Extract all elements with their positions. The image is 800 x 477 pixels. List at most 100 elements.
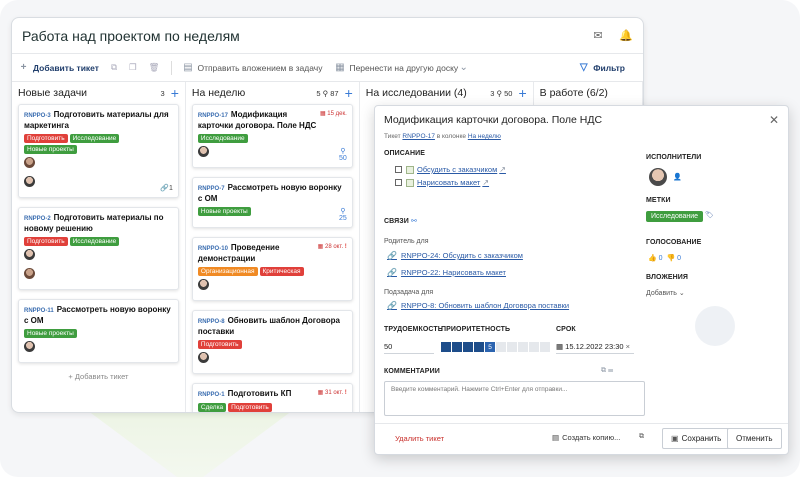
ticket-card[interactable]: RNPPO-3 Подготовить материалы для маркети… xyxy=(18,104,179,198)
parent-link[interactable]: 🔗 RNPPO-24: Обсудить с заказчиком xyxy=(387,251,523,260)
avatar xyxy=(197,352,209,363)
trash-icon[interactable]: 🗑 xyxy=(149,62,160,73)
subtask-label: Подзадача для xyxy=(384,289,434,296)
ticket-key[interactable]: RNPPO-17 xyxy=(198,113,228,119)
external-link-icon: ↗ xyxy=(482,178,490,187)
checkbox[interactable] xyxy=(395,166,402,173)
cancel-button[interactable]: Отменить xyxy=(727,428,782,449)
tag: Исследование xyxy=(69,237,120,246)
due-date: ▦ 28 окт. ! xyxy=(317,244,347,250)
checklist-item[interactable]: Обсудить с заказчиком ↗ xyxy=(395,165,510,174)
ticket-key[interactable]: RNPPO-3 xyxy=(24,113,51,119)
avatar xyxy=(197,279,209,290)
tag: Подготовить xyxy=(24,237,68,246)
tag: Критическая xyxy=(259,267,304,276)
vote-label: ГОЛОСОВАНИЕ xyxy=(646,239,702,246)
link-icon: 🔗 xyxy=(387,268,397,277)
parent-label: Родитель для xyxy=(384,238,429,245)
column-header: Новые задачи 3 + xyxy=(18,82,179,104)
delete-ticket-button[interactable]: Удалить тикет xyxy=(395,434,444,443)
tag: Организационная xyxy=(197,267,258,276)
duplicate-icon[interactable]: ❐ xyxy=(129,62,137,73)
ticket-card[interactable]: RNPPO-17 Модификация карточки договора. П… xyxy=(191,104,353,168)
ticket-key[interactable]: RNPPO-8 xyxy=(198,319,225,325)
add-tag-icon[interactable]: 🏷 xyxy=(705,211,714,219)
ticket-key[interactable]: RNPPO-10 xyxy=(198,246,228,252)
links-label: СВЯЗИ ⚯ xyxy=(384,218,417,225)
link-icon: 🔗 xyxy=(387,301,397,310)
comment-tools-icon[interactable]: ⧉ ☰ xyxy=(601,367,613,375)
column-header: На исследовании (4) 3 ⚲ 50 + xyxy=(366,82,527,104)
parent-link[interactable]: 🔗 RNPPO-22: Нарисовать макет xyxy=(387,268,506,277)
link-tool-icon: ⚯ xyxy=(410,218,417,225)
comment-input[interactable]: Введите комментарий. Нажмите Ctrl+Enter … xyxy=(384,381,645,416)
avatar xyxy=(24,268,35,279)
add-icon[interactable]: + xyxy=(171,85,179,101)
effort: ⚲ 50 xyxy=(338,148,347,162)
ticket-card[interactable]: RNPPO-10 Проведение демонстрации ▦ 28 окт… xyxy=(191,237,353,301)
ticket-key[interactable]: RNPPO-7 xyxy=(198,186,225,192)
filter-icon: ▽ xyxy=(579,62,588,73)
description-label: ОПИСАНИЕ xyxy=(384,150,425,157)
avatar xyxy=(24,176,35,187)
toolbar-divider xyxy=(171,60,173,75)
ticket-subtitle: Тикет RNPPO-17 в колонке На неделю xyxy=(384,133,501,140)
ticket-key-link[interactable]: RNPPO-17 xyxy=(402,133,435,140)
close-icon[interactable]: ✕ xyxy=(769,113,779,127)
ticket-key[interactable]: RNPPO-11 xyxy=(24,308,54,314)
assignee-avatar xyxy=(649,168,667,186)
ticket-card[interactable]: RNPPO-7 Рассмотреть новую воронку с ОМ Но… xyxy=(191,177,353,228)
vote-buttons[interactable]: 👍 0 👎 0 xyxy=(648,254,681,262)
column-link[interactable]: На неделю xyxy=(468,133,501,140)
tag: Подготовить xyxy=(197,340,242,349)
column-count: 3 ⚲ 50 xyxy=(490,88,513,98)
tag: Исследование xyxy=(646,211,704,222)
ticket-card[interactable]: RNPPO-8 Обновить шаблон Договора поставки… xyxy=(191,310,353,374)
tag: Новые проекты xyxy=(24,329,77,338)
add-user-icon[interactable]: 👤 xyxy=(673,173,682,181)
move-board-button[interactable]: ▦ Перенести на другую доску ⌄ xyxy=(334,62,473,73)
add-ticket-button[interactable]: + Добавить тикет xyxy=(18,62,99,73)
column-title: На исследовании (4) xyxy=(365,87,467,99)
send-attachment-button[interactable]: ▤ Отправить вложением в задачу xyxy=(182,62,322,73)
tag: Подготовить xyxy=(228,403,272,412)
priority-selector[interactable]: 5 xyxy=(441,342,550,352)
effort: ⚲ 25 xyxy=(338,208,347,222)
tags-label: МЕТКИ xyxy=(646,197,671,204)
due-date-input[interactable]: ▦ 15.12.2022 23:30 × xyxy=(556,342,634,354)
column-count: 3 xyxy=(160,88,165,98)
duplicate-icon[interactable]: ⧉ xyxy=(639,433,644,441)
attach-icon: ▤ xyxy=(183,62,193,73)
column-title: В работе (6/2) xyxy=(539,87,608,99)
attachment-count: 🔗1 xyxy=(160,185,173,192)
ticket-key[interactable]: RNPPO-1 xyxy=(198,392,225,398)
filter-button[interactable]: ▽ Фильтр xyxy=(578,62,625,73)
add-attachment-button[interactable]: Добавить ⌄ xyxy=(646,289,685,297)
mail-icon[interactable]: ✉ xyxy=(591,29,605,43)
ticket-card[interactable]: RNPPO-11 Рассмотреть новую воронку с ОМ Н… xyxy=(18,299,179,363)
subtask-link[interactable]: 🔗 RNPPO-8: Обновить шаблон Договора поста… xyxy=(387,301,569,310)
add-icon[interactable]: + xyxy=(518,85,526,101)
copy-icon: ▤ xyxy=(552,433,560,442)
column-count: 5 ⚲ 87 xyxy=(316,88,339,98)
add-icon[interactable]: + xyxy=(345,85,353,101)
plus-icon: + xyxy=(20,62,27,73)
ticket-card[interactable]: RNPPO-2 Подготовить материалы по новому р… xyxy=(18,207,179,290)
ticket-key[interactable]: RNPPO-2 xyxy=(24,216,51,222)
effort-input[interactable]: 50 xyxy=(384,342,434,354)
board-title: Работа над проектом по неделям xyxy=(22,27,240,44)
ticket-card[interactable]: RNPPO-1 Подготовить КП ▦ 31 окт. ! Сделка… xyxy=(191,383,353,412)
modal-title: Модификация карточки договора. Поле НДС xyxy=(384,114,603,126)
save-button[interactable]: ▣ Сохранить xyxy=(662,428,731,449)
bell-icon[interactable]: 🔔 xyxy=(619,29,633,43)
tag: Исследование xyxy=(69,134,120,143)
checklist-item[interactable]: Нарисовать макет ↗ xyxy=(395,178,493,187)
avatar xyxy=(197,146,209,157)
copy-icon[interactable]: ⧉ xyxy=(111,62,117,73)
column-header: В работе (6/2) xyxy=(540,82,636,104)
copy-ticket-button[interactable]: ▤ Создать копию... xyxy=(552,433,620,442)
add-ticket-link[interactable]: + Добавить тикет xyxy=(18,372,179,381)
checkbox[interactable] xyxy=(395,179,402,186)
due-date: ▦ 15 дек. xyxy=(319,111,347,117)
ticket-modal: Модификация карточки договора. Поле НДС … xyxy=(374,105,789,455)
